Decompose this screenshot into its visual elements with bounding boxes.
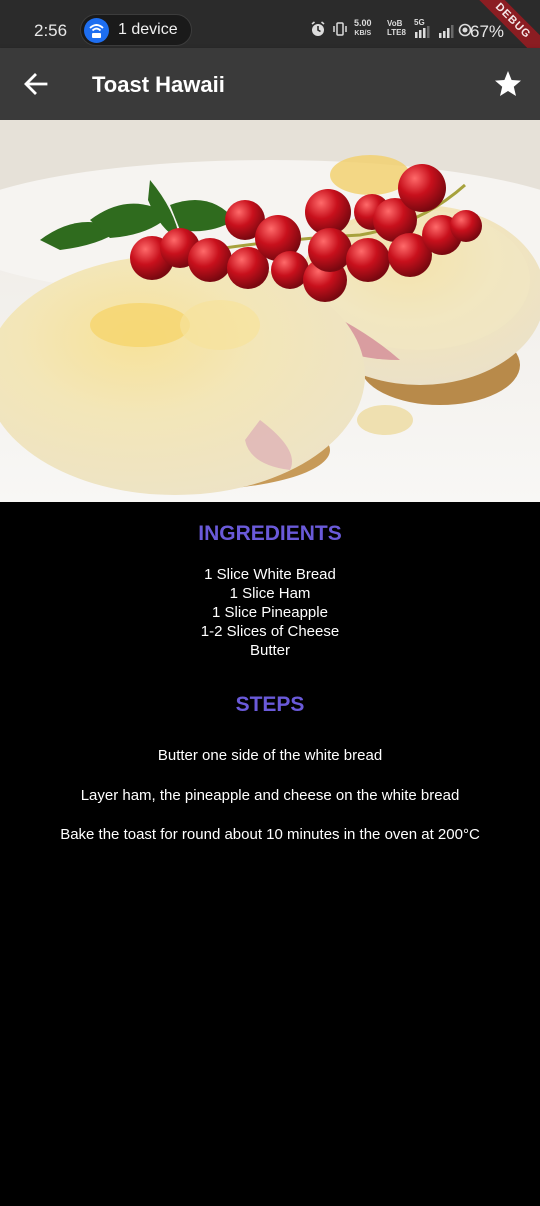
- network-speed: 5.00 KB/S: [354, 19, 372, 38]
- network-speed-value: 5.00: [354, 18, 372, 28]
- page-title: Toast Hawaii: [92, 72, 225, 97]
- volte-top: VoB: [387, 19, 403, 28]
- step-item: Layer ham, the pineapple and cheese on t…: [80, 786, 460, 804]
- arrow-back-icon: [24, 73, 48, 95]
- status-time: 2:56: [34, 21, 68, 40]
- battery-level: 67%: [470, 22, 505, 41]
- app-bar: Toast Hawaii: [0, 48, 540, 120]
- steps-list: Butter one side of the white bread Layer…: [0, 746, 540, 865]
- star-icon: [495, 71, 521, 96]
- ingredient-item: 1 Slice Ham: [229, 585, 311, 602]
- volte-indicator: VoB LTE8: [387, 19, 406, 37]
- ingredients-list: 1 Slice White Bread 1 Slice Ham 1 Slice …: [0, 565, 540, 660]
- ingredient-item: Butter: [249, 642, 291, 659]
- ingredient-item: 1-2 Slices of Cheese: [200, 623, 340, 640]
- vibrate-icon: [332, 21, 348, 42]
- step-item: Bake the toast for round about 10 minute…: [60, 826, 480, 843]
- signal-icon: [438, 21, 458, 44]
- status-bar: 2:56 1 device 5.00 KB/S VoB LTE8 5G 67% …: [0, 0, 540, 67]
- favorite-button[interactable]: [492, 68, 524, 100]
- steps-heading: STEPS: [235, 693, 305, 716]
- ingredients-heading: INGREDIENTS: [198, 522, 342, 545]
- wifi-hotspot-icon: [84, 18, 109, 43]
- device-pill[interactable]: 1 device: [80, 14, 192, 46]
- ingredient-item: 1 Slice White Bread: [204, 566, 336, 583]
- ingredient-item: 1 Slice Pineapple: [212, 604, 328, 621]
- step-item: Butter one side of the white bread: [157, 747, 383, 764]
- network-speed-unit: KB/S: [354, 30, 372, 37]
- alarm-icon: [310, 21, 326, 42]
- device-pill-label: 1 device: [118, 21, 178, 38]
- recipe-image: [0, 120, 540, 502]
- volte-bottom: LTE8: [387, 28, 406, 37]
- back-button[interactable]: [20, 68, 52, 100]
